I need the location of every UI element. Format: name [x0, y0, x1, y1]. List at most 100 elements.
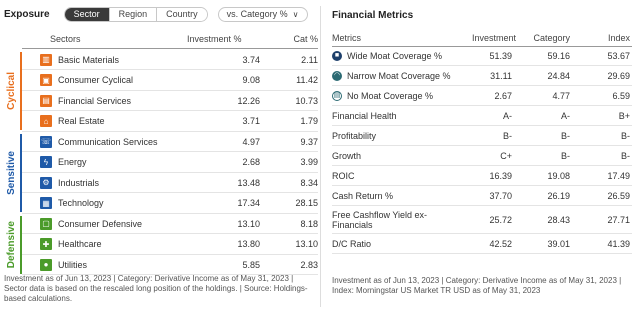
sector-category-pct: 11.42 — [296, 75, 318, 85]
metric-investment-value: 51.39 — [489, 51, 512, 61]
table-row: Cash Return % 37.70 26.19 26.59 — [332, 187, 632, 206]
sector-name: Healthcare — [58, 239, 102, 249]
metric-label: Profitability — [332, 131, 377, 141]
metric-label: Financial Health — [332, 111, 397, 121]
tab-country[interactable]: Country — [157, 7, 207, 21]
col-header-category: Cat % — [293, 34, 318, 44]
table-row: Growth C+ B- B- — [332, 147, 632, 166]
panel-divider — [320, 6, 321, 307]
table-row: ▢ Consumer Defensive 13.10 8.18 — [22, 214, 318, 234]
metric-category-value: A- — [561, 111, 570, 121]
metric-name: Free Cashflow Yield ex-Financials — [332, 210, 462, 230]
col-header-index: Index — [607, 33, 630, 43]
consumer-cyclical-icon: ▣ — [40, 74, 52, 86]
compare-dropdown[interactable]: vs. Category % ∨ — [217, 6, 308, 22]
metric-name: ■ Wide Moat Coverage % — [332, 51, 462, 61]
sector-category-pct: 28.15 — [295, 198, 318, 208]
sector-category-pct: 1.79 — [300, 116, 318, 126]
sector-name: Industrials — [58, 177, 100, 188]
metric-index-value: 26.59 — [607, 191, 630, 201]
metric-name: ▤ No Moat Coverage % — [332, 91, 462, 101]
financial-metrics-footnote: Investment as of Jun 13, 2023 | Category… — [332, 276, 622, 295]
table-row: ⌂ Real Estate 3.71 1.79 — [22, 112, 318, 132]
wide-moat-icon: ■ — [332, 51, 342, 61]
sector-category-pct: 13.10 — [295, 239, 318, 249]
col-header-sectors: Sectors — [50, 34, 81, 44]
metric-category-value: B- — [561, 151, 570, 161]
metric-index-value: 41.39 — [607, 239, 630, 249]
sector-investment-pct: 3.71 — [242, 116, 260, 126]
metric-name: ROIC — [332, 171, 462, 181]
sector-investment-pct: 5.85 — [242, 259, 260, 270]
metric-name: Financial Health — [332, 111, 462, 121]
exposure-panel: Exposure Sector Region Country vs. Categ… — [0, 0, 320, 309]
sector-name: Consumer Defensive — [58, 218, 143, 229]
sector-name: Real Estate — [58, 116, 105, 126]
metric-investment-value: 2.67 — [494, 91, 512, 101]
group-defensive: Defensive — [4, 214, 18, 275]
sector-name: Technology — [58, 198, 104, 208]
metric-category-value: 39.01 — [547, 239, 570, 249]
sector-investment-pct: 13.48 — [237, 177, 260, 188]
sector-investment-pct: 17.34 — [237, 198, 260, 208]
healthcare-icon: ✚ — [40, 238, 52, 250]
narrow-moat-icon: ◠ — [332, 71, 342, 81]
metric-investment-value: B- — [503, 131, 512, 141]
sector-category-pct: 10.73 — [295, 95, 318, 106]
sector-investment-pct: 9.08 — [242, 75, 260, 85]
financial-metrics-panel: Financial Metrics Metrics Investment Cat… — [332, 0, 636, 309]
metric-name: Profitability — [332, 131, 462, 141]
no-moat-icon: ▤ — [332, 91, 342, 101]
metric-index-value: B- — [621, 131, 630, 141]
sector-name: Basic Materials — [58, 54, 120, 65]
sector-name: Financial Services — [58, 95, 132, 106]
tab-sector[interactable]: Sector — [64, 7, 110, 21]
metric-label: ROIC — [332, 171, 355, 181]
basic-materials-icon: ▥ — [40, 53, 52, 66]
group-rule — [20, 52, 22, 130]
table-row: ▦ Technology 17.34 28.15 — [22, 194, 318, 214]
sector-category-pct: 2.83 — [300, 259, 318, 270]
metric-investment-value: 31.11 — [490, 71, 512, 81]
metric-label: Cash Return % — [332, 191, 394, 201]
chevron-down-icon: ∨ — [292, 9, 299, 19]
metric-investment-value: C+ — [500, 151, 512, 161]
table-row: Profitability B- B- B- — [332, 127, 632, 146]
financial-metrics-title: Financial Metrics — [332, 10, 414, 21]
technology-icon: ▦ — [40, 197, 52, 209]
metric-name: ◠ Narrow Moat Coverage % — [332, 71, 462, 81]
table-row: Financial Health A- A- B+ — [332, 107, 632, 126]
metric-investment-value: 16.39 — [489, 171, 512, 181]
table-row: D/C Ratio 42.52 39.01 41.39 — [332, 235, 632, 254]
group-label-sensitive: Sensitive — [5, 150, 17, 195]
metric-category-value: 59.16 — [547, 51, 570, 61]
sector-investment-pct: 3.74 — [242, 54, 260, 65]
sector-investment-pct: 13.80 — [237, 239, 260, 249]
metric-name: Growth — [332, 151, 462, 161]
sector-investment-pct: 12.26 — [237, 95, 260, 106]
sector-category-pct: 9.37 — [300, 136, 318, 147]
metric-investment-value: 42.52 — [489, 239, 512, 249]
table-row: Free Cashflow Yield ex-Financials 25.72 28… — [332, 207, 632, 234]
group-label-cyclical: Cyclical — [5, 71, 17, 110]
metric-investment-value: A- — [503, 111, 512, 121]
metric-category-value: 28.43 — [547, 215, 570, 225]
metric-index-value: 17.49 — [607, 171, 630, 181]
metric-label: Narrow Moat Coverage % — [347, 71, 451, 81]
sector-name: Consumer Cyclical — [58, 75, 134, 85]
table-row: ● Utilities 5.85 2.83 — [22, 255, 318, 275]
metric-category-value: B- — [561, 131, 570, 141]
tab-region[interactable]: Region — [109, 7, 158, 21]
group-rule — [20, 134, 22, 212]
group-sensitive: Sensitive — [4, 132, 18, 213]
group-rule — [20, 216, 22, 274]
metric-label: D/C Ratio — [332, 239, 372, 249]
table-row: ◠ Narrow Moat Coverage % 31.11 24.84 29.69 — [332, 67, 632, 86]
metric-index-value: 6.59 — [612, 91, 630, 101]
metric-investment-value: 37.70 — [489, 191, 512, 201]
metric-index-value: 29.69 — [607, 71, 630, 81]
metric-index-value: 53.67 — [607, 51, 630, 61]
table-row: ☏ Communication Services 4.97 9.37 — [22, 132, 318, 152]
metric-label: Free Cashflow Yield ex-Financials — [332, 210, 428, 230]
sector-name: Utilities — [58, 259, 88, 270]
